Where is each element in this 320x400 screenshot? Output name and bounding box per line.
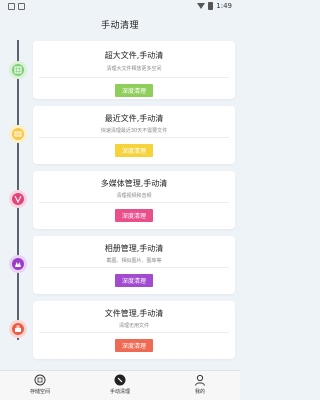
card-subtitle: 截图、相似图片、图库等 (106, 258, 162, 264)
card-divider (39, 202, 229, 203)
card-subtitle: 清理无用文件 (118, 323, 149, 329)
timeline-dot-recent-files (9, 125, 27, 143)
card-album: 相册管理,手动清 截图、相似图片、图库等 深度清理 (33, 236, 235, 294)
card-file-manager: 文件管理,手动清 清理无用文件 深度清理 (33, 301, 235, 359)
tab-manual-clean[interactable]: 手动清理 (90, 374, 150, 395)
photo-icon (15, 262, 21, 267)
tab-label: 手动清理 (109, 389, 130, 395)
status-icons-right: 1:49 (197, 2, 232, 10)
card-big-files: 超大文件,手动清 清理大文件释放更多空间 深度清理 (33, 41, 235, 99)
notification-icon (18, 3, 25, 10)
file-icon (14, 131, 22, 137)
deep-clean-button[interactable]: 深度清理 (114, 339, 153, 352)
tab-label: 我的 (194, 389, 205, 395)
notification-icon (8, 3, 15, 10)
card-media: 多媒体管理,手动清 清理视频和音频 深度清理 (33, 171, 235, 229)
tab-profile[interactable]: 我的 (170, 374, 230, 395)
card-title: 文件管理,手动清 (104, 309, 164, 318)
deep-clean-button[interactable]: 深度清理 (114, 209, 153, 222)
card-title: 超大文件,手动清 (104, 51, 164, 60)
card-divider (39, 137, 229, 138)
card-title: 多媒体管理,手动清 (100, 179, 168, 188)
timeline-dot-media (9, 190, 27, 208)
card-subtitle: 快速清理最近30天不需要文件 (100, 128, 168, 134)
storage-icon (34, 374, 46, 386)
grid-icon (14, 66, 22, 74)
timeline-dot-album (9, 255, 27, 273)
media-icon (14, 195, 22, 203)
folder-icon (15, 325, 21, 332)
tab-storage[interactable]: 存储空间 (10, 374, 70, 395)
status-time: 1:49 (216, 2, 232, 10)
tab-label: 存储空间 (29, 389, 50, 395)
signal-icon (197, 3, 206, 9)
deep-clean-button[interactable]: 深度清理 (114, 274, 153, 287)
card-recent-files: 最近文件,手动清 快速清理最近30天不需要文件 深度清理 (33, 106, 235, 164)
page-title: 手动清理 (100, 21, 139, 31)
timeline-dot-file-manager (9, 320, 27, 338)
deep-clean-button[interactable]: 深度清理 (114, 84, 153, 97)
card-title: 相册管理,手动清 (104, 244, 164, 253)
broom-icon (114, 374, 126, 386)
card-title: 最近文件,手动清 (104, 114, 164, 123)
profile-icon (194, 374, 206, 386)
status-icons-left (8, 3, 25, 10)
card-subtitle: 清理视频和音频 (116, 193, 152, 199)
deep-clean-button[interactable]: 深度清理 (114, 144, 153, 157)
card-divider (39, 77, 229, 78)
battery-icon (208, 2, 214, 10)
card-divider (39, 332, 229, 333)
bottom-tab-bar: 存储空间 手动清理 我的 (0, 370, 240, 400)
timeline-dot-big-files (9, 61, 27, 79)
card-subtitle: 清理大文件释放更多空间 (106, 66, 162, 72)
card-divider (39, 267, 229, 268)
status-bar: 1:49 (0, 0, 240, 14)
